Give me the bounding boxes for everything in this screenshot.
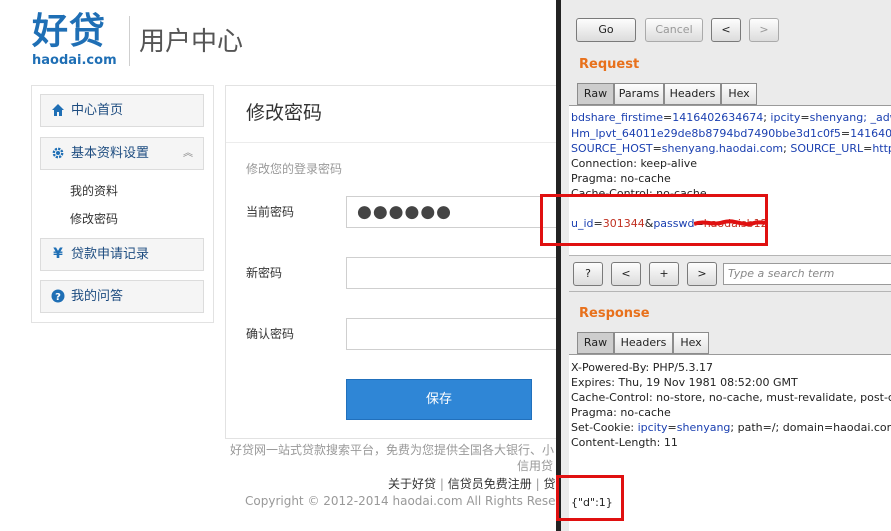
- request-line: Connection: keep-alive: [571, 157, 698, 170]
- request-line: Pragma: no-cache: [571, 172, 671, 185]
- current-password-label: 当前密码: [246, 205, 295, 219]
- tab-request-headers[interactable]: Headers: [664, 83, 721, 105]
- go-button[interactable]: Go: [576, 18, 636, 42]
- footer-link-more[interactable]: 贷: [543, 477, 555, 491]
- save-button[interactable]: 保存: [346, 379, 532, 420]
- request-line: Hm_lpvt_64011e29de8b8794bd7490bbe3d1c0f5…: [571, 127, 891, 140]
- search-next-button[interactable]: >: [687, 262, 717, 286]
- site-logo[interactable]: 好贷: [32, 12, 106, 52]
- tab-request-raw[interactable]: Raw: [577, 83, 614, 105]
- website-page: 好贷 haodai.com 用户中心 中心首页 基本资料设置 ︽ 我的资料 修改…: [0, 0, 575, 531]
- cancel-button[interactable]: Cancel: [645, 18, 703, 42]
- new-password-input[interactable]: [346, 257, 566, 289]
- svg-text:?: ?: [55, 292, 61, 303]
- tab-response-hex[interactable]: Hex: [673, 332, 709, 354]
- new-password-label: 新密码: [246, 266, 283, 280]
- sidebar-item-label: 我的问答: [71, 289, 124, 304]
- home-icon: [50, 95, 66, 126]
- sidebar-subitem-my-profile[interactable]: 我的资料: [70, 183, 118, 199]
- history-forward-button[interactable]: >: [749, 18, 779, 42]
- response-line: Expires: Thu, 19 Nov 1981 08:52:00 GMT: [571, 376, 798, 389]
- current-password-input[interactable]: ●●●●●●: [346, 196, 566, 228]
- request-title: Request: [579, 57, 640, 72]
- request-line: SOURCE_HOST=shenyang.haodai.com; SOURCE_…: [571, 142, 891, 155]
- footer-link-about[interactable]: 关于好贷: [388, 477, 436, 491]
- page-title: 修改密码: [246, 102, 323, 124]
- logo-divider: [129, 16, 130, 66]
- gear-icon: [50, 138, 66, 169]
- search-prev-button[interactable]: <: [611, 262, 641, 286]
- change-password-panel: 修改密码 修改您的登录密码 当前密码 ●●●●●● 新密码 确认密码 保存: [225, 85, 566, 439]
- request-search-input[interactable]: Type a search term: [723, 263, 891, 285]
- response-line: Pragma: no-cache: [571, 406, 671, 419]
- section-title: 用户中心: [139, 27, 244, 57]
- footer-description: 好贷网一站式贷款搜索平台，免费为您提供全国各大银行、小: [230, 443, 555, 457]
- footer-link-agent-register[interactable]: 信贷员免费注册: [448, 477, 532, 491]
- redaction-scribble: [694, 219, 768, 227]
- sidebar-subitem-change-password[interactable]: 修改密码: [70, 211, 118, 227]
- sidebar-item-label: 贷款申请记录: [71, 247, 150, 262]
- tab-response-raw[interactable]: Raw: [577, 332, 614, 354]
- footer-separator: |: [439, 477, 444, 491]
- request-line: bdshare_firstime=1416402634674; ipcity=s…: [571, 111, 891, 124]
- response-title: Response: [579, 306, 650, 321]
- form-hint: 修改您的登录密码: [246, 162, 343, 176]
- tab-request-hex[interactable]: Hex: [721, 83, 757, 105]
- history-back-button[interactable]: <: [711, 18, 741, 42]
- divider: [226, 142, 561, 143]
- footer-separator: |: [535, 477, 540, 491]
- user-sidebar: 中心首页 基本资料设置 ︽ 我的资料 修改密码 ¥ 贷款申请记录 ? 我的问答: [31, 85, 214, 323]
- confirm-password-input[interactable]: [346, 318, 566, 350]
- sidebar-item-my-questions[interactable]: ? 我的问答: [40, 280, 204, 313]
- response-line: Set-Cookie: ipcity=shenyang; path=/; dom…: [571, 421, 891, 434]
- search-options-button[interactable]: +: [649, 262, 679, 286]
- chevron-up-icon[interactable]: ︽: [183, 138, 193, 169]
- annotation-box-response-body: [556, 475, 624, 521]
- proxy-repeater-panel: Go Cancel < > Request Raw Params Headers…: [556, 0, 891, 531]
- sidebar-item-basic-settings[interactable]: 基本资料设置 ︽: [40, 137, 204, 170]
- screenshot: 好贷 haodai.com 用户中心 中心首页 基本资料设置 ︽ 我的资料 修改…: [0, 0, 891, 531]
- help-button[interactable]: ?: [573, 262, 603, 286]
- footer-description-cont: 信用贷: [517, 459, 554, 473]
- divider: [569, 291, 891, 292]
- sidebar-item-home[interactable]: 中心首页: [40, 94, 204, 127]
- response-line: Cache-Control: no-store, no-cache, must-…: [571, 391, 891, 404]
- divider: [569, 255, 891, 256]
- footer-links: 关于好贷 | 信贷员免费注册 | 贷: [388, 476, 555, 492]
- tab-request-params[interactable]: Params: [614, 83, 664, 105]
- question-circle-icon: ?: [50, 281, 66, 312]
- response-line: X-Powered-By: PHP/5.3.17: [571, 361, 713, 374]
- sidebar-item-loan-records[interactable]: ¥ 贷款申请记录: [40, 238, 204, 271]
- response-line: Content-Length: 11: [571, 436, 678, 449]
- footer-copyright: Copyright © 2012-2014 haodai.com All Rig…: [245, 494, 575, 508]
- tab-response-headers[interactable]: Headers: [614, 332, 673, 354]
- yen-icon: ¥: [53, 246, 63, 262]
- sidebar-item-label: 中心首页: [71, 103, 124, 118]
- confirm-password-label: 确认密码: [246, 327, 295, 341]
- sidebar-item-label: 基本资料设置: [71, 146, 150, 161]
- site-logo-domain: haodai.com: [32, 53, 117, 68]
